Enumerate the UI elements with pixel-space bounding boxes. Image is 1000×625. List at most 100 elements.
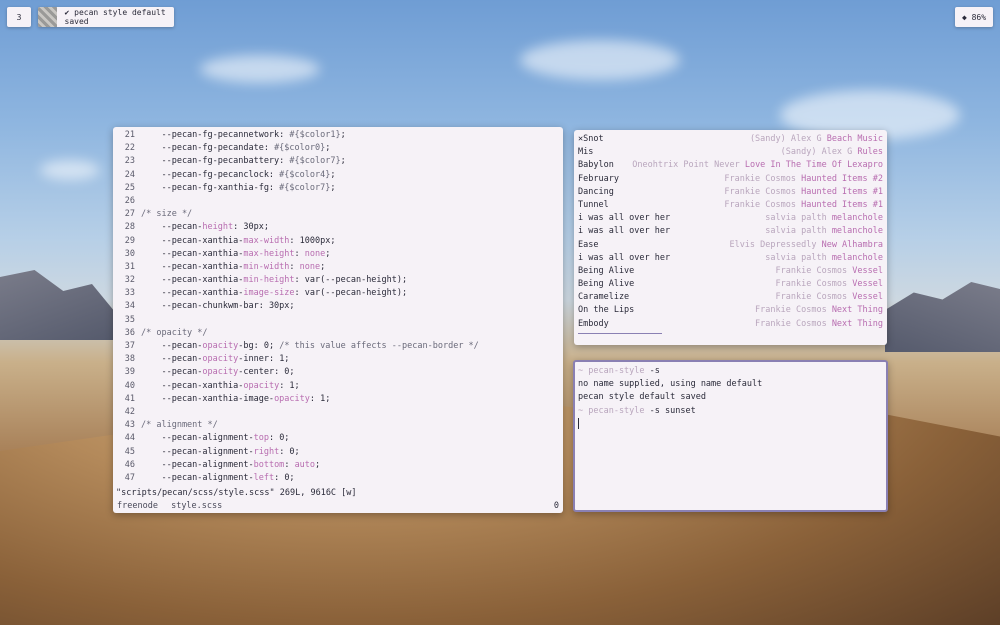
track-artist: (Sandy) Alex G	[780, 147, 858, 158]
code-line[interactable]: 25 --pecan-fg-xanthia-fg: #{$color7};	[113, 182, 563, 195]
track-meta: salvia palth melanchole	[765, 252, 883, 265]
code-line[interactable]: 31 --pecan-xanthia-min-width: none;	[113, 261, 563, 274]
track-row[interactable]: Babylon Oneohtrix Point Never Love In The…	[578, 159, 883, 172]
code-token: ;	[320, 261, 326, 272]
code-token: --pecan-fg-pecandate:	[141, 143, 275, 154]
track-list[interactable]: ✕Snot (Sandy) Alex G Beach Music Mis (Sandy…	[574, 130, 887, 331]
track-row[interactable]: Tunnel Frankie Cosmos Haunted Items #1	[578, 199, 883, 212]
code-line[interactable]: 29 --pecan-xanthia-max-width: 1000px;	[113, 235, 563, 248]
terminal-window[interactable]: ~ pecan-style -s no name supplied, using …	[573, 360, 888, 512]
code-token: --pecan-xanthia-	[141, 248, 244, 259]
track-row[interactable]: Mis (Sandy) Alex G Rules	[578, 146, 883, 159]
track-row[interactable]: ✕Snot (Sandy) Alex G Beach Music	[578, 133, 883, 146]
terminal-output[interactable]: ~ pecan-style -s no name supplied, using …	[575, 362, 886, 434]
terminal-line: pecan style default saved	[578, 391, 883, 404]
volume-label: ◆ 86%	[961, 12, 987, 22]
track-title: Babylon	[578, 160, 614, 171]
track-title: Being Alive	[578, 265, 635, 276]
track-title: i was all over her	[578, 252, 671, 263]
code-line[interactable]: 26	[113, 195, 563, 208]
line-number: 26	[124, 195, 135, 206]
code-line[interactable]: 21 --pecan-fg-pecannetwork: #{$color1};	[113, 129, 563, 142]
code-line[interactable]: 39 --pecan-opacity-center: 0;	[113, 366, 563, 379]
code-token: #{$color1}	[289, 130, 341, 140]
code-line[interactable]: 45 --pecan-alignment-right: 0;	[113, 446, 563, 459]
track-row[interactable]: i was all over her salvia palth melanchol…	[578, 252, 883, 265]
code-line[interactable]: 47 --pecan-alignment-left: 0;	[113, 472, 563, 485]
track-row[interactable]: Dancing Frankie Cosmos Haunted Items #1	[578, 186, 883, 199]
code-token: --pecan-xanthia-	[141, 261, 244, 272]
code-token: --pecan-	[141, 367, 203, 378]
code-line[interactable]: 33 --pecan-xanthia-image-size: var(--pec…	[113, 287, 563, 300]
track-album: Vessel	[852, 265, 883, 276]
track-row[interactable]: Caramelize Frankie Cosmos Vessel	[578, 291, 883, 304]
code-line[interactable]: 43 /* alignment */	[113, 419, 563, 432]
code-line[interactable]: 27 /* size */	[113, 208, 563, 221]
code-line[interactable]: 37 --pecan-opacity-bg: 0; /* this value …	[113, 340, 563, 353]
code-line[interactable]: 44 --pecan-alignment-top: 0;	[113, 432, 563, 445]
code-token: : var(--pecan-height);	[294, 288, 408, 299]
track-title: February	[578, 173, 619, 184]
track-album: Rules	[857, 147, 883, 158]
code-token: top	[253, 433, 269, 444]
editor-window[interactable]: 21 --pecan-fg-pecannetwork: #{$color1}; 2…	[113, 127, 563, 513]
track-album: Love In The Time Of Lexapro	[744, 160, 883, 171]
terminal-input-line[interactable]	[578, 417, 883, 431]
code-token: --pecan-fg-pecanbattery:	[141, 156, 290, 167]
line-text: --pecan-fg-xanthia-fg: #{$color7};	[141, 182, 335, 195]
code-line[interactable]: 36 /* opacity */	[113, 327, 563, 340]
track-row[interactable]: Ease Elvis Depressedly New Alhambra	[578, 239, 883, 252]
editor-statusbar: freenode style.scss 0	[113, 499, 563, 513]
workspace-indicator[interactable]: 3	[7, 7, 31, 27]
music-player-window[interactable]: ✕Snot (Sandy) Alex G Beach Music Mis (Sandy…	[574, 130, 887, 345]
line-text: --pecan-fg-pecanbattery: #{$color7};	[141, 155, 345, 168]
code-line[interactable]: 40 --pecan-xanthia-opacity: 1;	[113, 380, 563, 393]
code-token: ;	[325, 248, 331, 259]
volume-indicator[interactable]: ◆ 86%	[955, 7, 993, 27]
code-line[interactable]: 22 --pecan-fg-pecandate: #{$color0};	[113, 142, 563, 155]
code-line[interactable]: 23 --pecan-fg-pecanbattery: #{$color7};	[113, 155, 563, 168]
shell-prompt: ~ pecan-style	[578, 405, 650, 416]
code-token: --pecan-xanthia-	[141, 275, 244, 286]
track-row[interactable]: i was all over her salvia palth melanchol…	[578, 212, 883, 225]
code-token: auto	[294, 459, 316, 470]
code-token: image-size	[243, 288, 295, 299]
track-meta: Frankie Cosmos Haunted Items #1	[724, 199, 883, 212]
code-line[interactable]: 28 --pecan-height: 30px;	[113, 221, 563, 234]
terminal-text: -s sunset	[649, 405, 696, 416]
track-row[interactable]: February Frankie Cosmos Haunted Items #2	[578, 173, 883, 186]
code-line[interactable]: 34 --pecan-chunkwm-bar: 30px;	[113, 300, 563, 313]
code-line[interactable]: 30 --pecan-xanthia-max-height: none;	[113, 248, 563, 261]
line-number: 24	[124, 169, 135, 180]
track-title: Tunnel	[578, 199, 609, 210]
track-album: Haunted Items #1	[801, 199, 883, 210]
track-album: Vessel	[852, 279, 883, 290]
track-row[interactable]: i was all over her salvia palth melanchol…	[578, 225, 883, 238]
code-line[interactable]: 35	[113, 314, 563, 327]
code-line[interactable]: 24 --pecan-fg-pecanclock: #{$color4};	[113, 169, 563, 182]
track-title: On the Lips	[578, 305, 635, 316]
line-text: --pecan-xanthia-image-opacity: 1;	[141, 393, 330, 406]
code-line[interactable]: 32 --pecan-xanthia-min-height: var(--pec…	[113, 274, 563, 287]
code-token: max-height	[243, 248, 295, 259]
track-title: Dancing	[578, 186, 614, 197]
track-row[interactable]: Embody Frankie Cosmos Next Thing	[578, 318, 883, 331]
track-artist: Frankie Cosmos	[775, 265, 853, 276]
code-token: -center: 0;	[238, 367, 295, 378]
playback-progress-bar[interactable]	[578, 333, 662, 334]
notification-popup[interactable]: ✔ pecan style default saved	[38, 7, 174, 27]
track-row[interactable]: On the Lips Frankie Cosmos Next Thing	[578, 304, 883, 317]
code-token: : 1;	[309, 393, 331, 404]
code-line[interactable]: 41 --pecan-xanthia-image-opacity: 1;	[113, 393, 563, 406]
code-line[interactable]: 42	[113, 406, 563, 419]
line-number: 40	[124, 380, 135, 391]
code-line[interactable]: 46 --pecan-alignment-bottom: auto;	[113, 459, 563, 472]
cloud	[40, 160, 100, 180]
track-meta: Frankie Cosmos Vessel	[776, 265, 883, 278]
line-text: /* alignment */	[141, 419, 218, 432]
code-token: -inner: 1;	[238, 354, 290, 365]
track-row[interactable]: Being Alive Frankie Cosmos Vessel	[578, 265, 883, 278]
code-area[interactable]: 21 --pecan-fg-pecannetwork: #{$color1}; 2…	[113, 127, 563, 485]
track-row[interactable]: Being Alive Frankie Cosmos Vessel	[578, 278, 883, 291]
code-line[interactable]: 38 --pecan-opacity-inner: 1;	[113, 353, 563, 366]
